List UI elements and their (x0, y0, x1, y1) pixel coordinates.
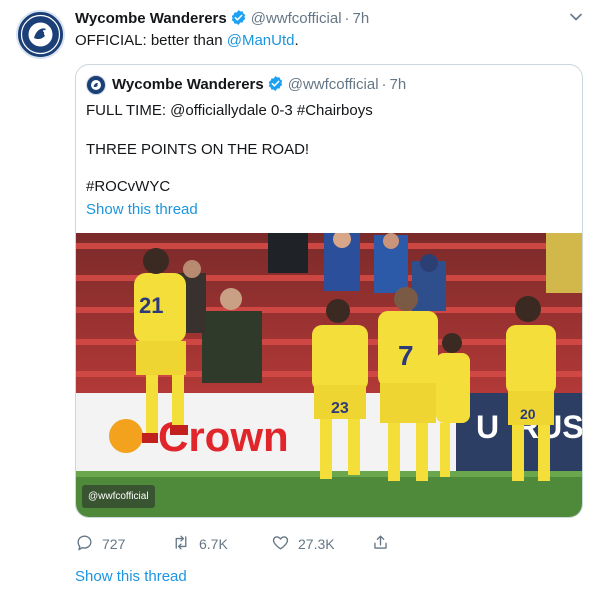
chevron-down-icon[interactable] (568, 9, 584, 25)
retweet-button[interactable]: 6.7K (171, 533, 228, 555)
show-thread-link[interactable]: Show this thread (75, 567, 187, 587)
quoted-tweet[interactable]: Wycombe Wanderers @wwfcofficial · 7h FULL T… (75, 64, 583, 518)
svg-text:U: U (476, 409, 499, 445)
like-count: 27.3K (298, 536, 335, 552)
quoted-header: Wycombe Wanderers @wwfcofficial · 7h (112, 75, 406, 98)
quoted-text-line-1: FULL TIME: @officiallydale 0-3 #Chairboy… (86, 102, 373, 119)
separator: · (344, 10, 350, 27)
reply-count: 727 (102, 536, 126, 552)
quoted-text-line-2: THREE POINTS ON THE ROAD! (86, 141, 310, 158)
photo-watermark: @wwfcofficial (82, 485, 155, 508)
avatar[interactable] (16, 10, 65, 59)
tweet-header: Wycombe Wanderers @wwfcofficial · 7h (75, 9, 369, 32)
match-photo[interactable]: Crown U RUS 21 (76, 233, 582, 517)
reply-icon (75, 533, 102, 555)
verified-icon (230, 9, 247, 32)
tweet-text-prefix: OFFICIAL: better than (75, 32, 227, 49)
quoted-text-line-3: #ROCvWYC (86, 178, 171, 195)
author-handle[interactable]: @wwfcofficial (251, 10, 342, 27)
svg-text:7: 7 (398, 340, 414, 371)
verified-icon (267, 75, 284, 98)
mention-link[interactable]: @ManUtd (227, 32, 295, 49)
quoted-author-name[interactable]: Wycombe Wanderers (112, 76, 264, 93)
tweet[interactable]: Wycombe Wanderers @wwfcofficial · 7h OFFICI… (0, 0, 598, 589)
retweet-count: 6.7K (199, 536, 228, 552)
timestamp[interactable]: 7h (353, 10, 370, 27)
like-button[interactable]: 27.3K (271, 533, 335, 555)
share-button[interactable] (371, 533, 398, 555)
tweet-text-suffix: . (294, 32, 299, 49)
separator: · (381, 76, 387, 93)
retweet-icon (171, 533, 199, 555)
tweet-actions: 727 6.7K 27.3K (75, 533, 395, 555)
quoted-avatar[interactable] (86, 75, 106, 95)
like-icon (271, 533, 298, 555)
reply-button[interactable]: 727 (75, 533, 125, 555)
share-icon (371, 533, 398, 555)
svg-text:20: 20 (520, 406, 536, 422)
tweet-text: OFFICIAL: better than @ManUtd. (75, 31, 299, 51)
kit-number: 21 (139, 293, 163, 318)
svg-text:23: 23 (331, 400, 349, 417)
quoted-author-handle[interactable]: @wwfcofficial (288, 76, 379, 93)
quoted-show-thread-link[interactable]: Show this thread (86, 200, 198, 220)
author-name[interactable]: Wycombe Wanderers (75, 10, 227, 27)
quoted-timestamp[interactable]: 7h (390, 76, 407, 93)
